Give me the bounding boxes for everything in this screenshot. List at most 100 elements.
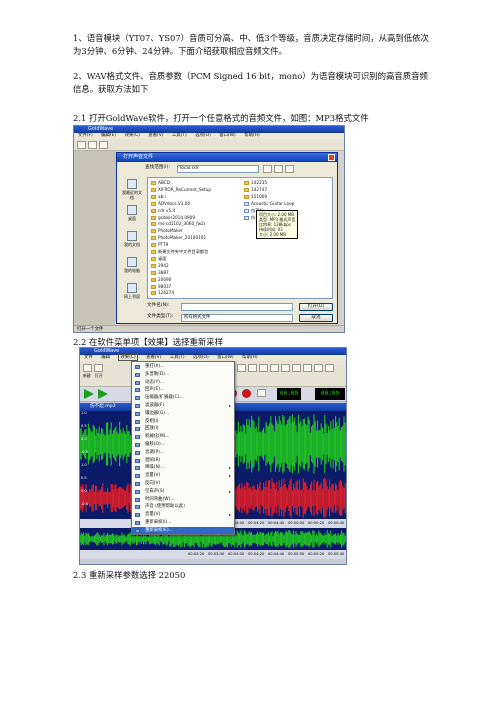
menu-item[interactable]: 文件	[84, 355, 93, 360]
effects-menu-item[interactable]: 音调(P)...	[132, 449, 234, 457]
file-item[interactable]: PTT9	[151, 242, 168, 248]
effects-menu-item[interactable]: 滤波器(F) ▸	[132, 402, 234, 410]
play-selection-icon[interactable]	[98, 389, 108, 399]
file-item[interactable]: PhotoMaker	[151, 228, 183, 234]
play-icon[interactable]	[84, 389, 94, 399]
menu-item[interactable]: 编辑(E)	[101, 133, 116, 138]
folder-icon	[151, 277, 156, 282]
filename-input[interactable]	[181, 303, 293, 311]
new-icon[interactable]	[83, 364, 92, 372]
file-item[interactable]: gsdoor2014.0909	[151, 215, 195, 220]
record-selection-icon[interactable]	[242, 389, 251, 398]
file-item[interactable]: cdr v5.4	[151, 208, 175, 213]
file-item[interactable]: 新建文件夹中文件目录都包	[151, 249, 208, 254]
nav-my-documents[interactable]: 我的文档	[121, 229, 143, 251]
effects-menu-item[interactable]: 回声(E)...	[132, 386, 234, 394]
file-item[interactable]: 126274	[151, 290, 174, 296]
timeline-ruler-bottom: 00:03:20 00:03:40 00:04:00 00:04:20 00:04:40…	[80, 550, 346, 559]
file-item[interactable]: 98037	[151, 284, 171, 289]
mix-icon[interactable]	[270, 364, 279, 372]
nav-desktop[interactable]: 桌面	[121, 203, 143, 225]
effects-menu-item[interactable]: 压缩器/扩展器(C)...	[132, 394, 234, 402]
new-label: 新建	[83, 373, 91, 378]
effect-icon[interactable]	[292, 364, 301, 372]
up-folder-icon[interactable]	[274, 165, 283, 173]
menu-item[interactable]: 效果(C)	[125, 133, 140, 138]
menu-item[interactable]: 查看(V)	[146, 355, 161, 360]
menu-item[interactable]: 查看(V)	[148, 133, 163, 138]
file-item[interactable]: ab.l	[151, 194, 166, 199]
open-icon[interactable]	[94, 364, 103, 372]
menu-item-effects[interactable]: 效果(C)	[118, 354, 138, 361]
file-item[interactable]: 142235	[244, 180, 267, 185]
menu-item[interactable]: 帮助(H)	[242, 355, 258, 360]
effects-menu-item[interactable]: 机械化(M)...	[132, 433, 234, 441]
effects-menu-item[interactable]: 音量(V) ▸	[132, 511, 234, 519]
select-icon[interactable]	[237, 364, 246, 372]
effect-icon[interactable]	[303, 364, 312, 372]
effects-menu-item[interactable]: 反向(V)	[132, 480, 234, 488]
menu-item[interactable]: 帮助(H)	[244, 133, 260, 138]
effects-menu-item[interactable]: 混响(R)	[132, 457, 234, 465]
close-icon[interactable]	[328, 154, 335, 161]
effects-menu-item[interactable]: 偏移(O)...	[132, 441, 234, 449]
back-icon[interactable]	[263, 165, 272, 173]
effects-menu-item[interactable]: 镶边器(G)...	[132, 410, 234, 418]
file-item[interactable]: 3887	[151, 270, 169, 275]
menu-item[interactable]: 窗口(W)	[217, 355, 234, 360]
effect-icon	[135, 427, 140, 432]
menu-item[interactable]: 工具(T)	[170, 355, 185, 360]
file-item[interactable]: ms-cd1102_3060_fw2)	[151, 221, 205, 227]
filename-label: 文件名(N):	[147, 303, 170, 308]
file-list[interactable]: ABCD XIFROR_ReCurrent_Setup ab.l ADVdocs.V1…	[147, 177, 333, 299]
stop-icon[interactable]	[257, 389, 266, 397]
file-item[interactable]: XIFROR_ReCurrent_Setup	[151, 187, 211, 192]
effects-menu-item[interactable]: 回放(I)	[132, 425, 234, 433]
file-item[interactable]: 2942	[151, 263, 169, 268]
effects-menu-item[interactable]: 重打(X)...	[132, 363, 234, 371]
effects-menu-item[interactable]: 降噪(N)... ▸	[132, 464, 234, 472]
menu-item[interactable]: 窗口(W)	[219, 133, 236, 138]
new-folder-icon[interactable]	[285, 165, 294, 173]
file-item[interactable]: PhotoMaker_20100101	[151, 235, 206, 241]
file-item[interactable]: 20690	[151, 277, 171, 282]
effect-icon	[135, 450, 140, 455]
look-in-select[interactable]: local.cdr	[177, 165, 259, 173]
nav-my-computer[interactable]: 我的电脑	[121, 255, 143, 277]
filetype-select[interactable]: 所有格式文件	[181, 314, 293, 322]
menu-item[interactable]: 文件(F)	[78, 133, 93, 138]
nav-recent[interactable]: 我最近的文档	[121, 177, 143, 200]
effects-menu-item[interactable]: 空白声(S) ▸	[132, 488, 234, 496]
open-icon[interactable]	[88, 141, 97, 149]
effects-menu-item[interactable]: 反相(I)	[132, 418, 234, 426]
scale-tick-label: 0.5	[81, 424, 87, 428]
menu-item[interactable]: 选项(O)	[193, 355, 209, 360]
paste-icon[interactable]	[259, 364, 268, 372]
effects-menu-item[interactable]: 声音 (使用帮助以此)	[132, 503, 234, 511]
file-item[interactable]: ADVdocs.V1.00	[151, 201, 190, 206]
effects-menu-item[interactable]: 音量(V) ▸	[132, 472, 234, 480]
effects-menu-item[interactable]: 动态(Y)...	[132, 379, 234, 387]
file-item[interactable]: 142747	[244, 187, 267, 192]
menu-item[interactable]: 选项(O)	[195, 133, 211, 138]
file-item[interactable]: ABCD	[151, 180, 170, 185]
menu-item[interactable]: 工具(T)	[172, 133, 187, 138]
file-item[interactable]: Acoustic Guitar Loop	[244, 201, 294, 206]
effects-menu-item[interactable]: 重新采样(E)...	[132, 526, 234, 535]
effect-icon[interactable]	[314, 364, 323, 372]
cancel-button[interactable]: 取消	[299, 314, 333, 322]
file-item[interactable]: 桌面	[151, 256, 166, 261]
effects-menu-item[interactable]: 时间弯曲(W)...	[132, 496, 234, 504]
replace-icon[interactable]	[281, 364, 290, 372]
menu-item[interactable]: 编辑	[101, 355, 110, 360]
copy-icon[interactable]	[248, 364, 257, 372]
new-icon[interactable]	[77, 141, 86, 149]
save-icon[interactable]	[99, 141, 108, 149]
nav-network[interactable]: 网上邻居	[121, 281, 143, 303]
filetype-label: 文件类型(T):	[147, 314, 174, 319]
effects-menu-item[interactable]: 多普勒(D)...	[132, 371, 234, 379]
effect-icon[interactable]	[325, 364, 334, 372]
open-button[interactable]: 打开(O)	[299, 303, 333, 311]
effects-menu-item[interactable]: 重新采样(I)...	[132, 519, 234, 527]
file-item[interactable]: 151009	[244, 194, 267, 199]
